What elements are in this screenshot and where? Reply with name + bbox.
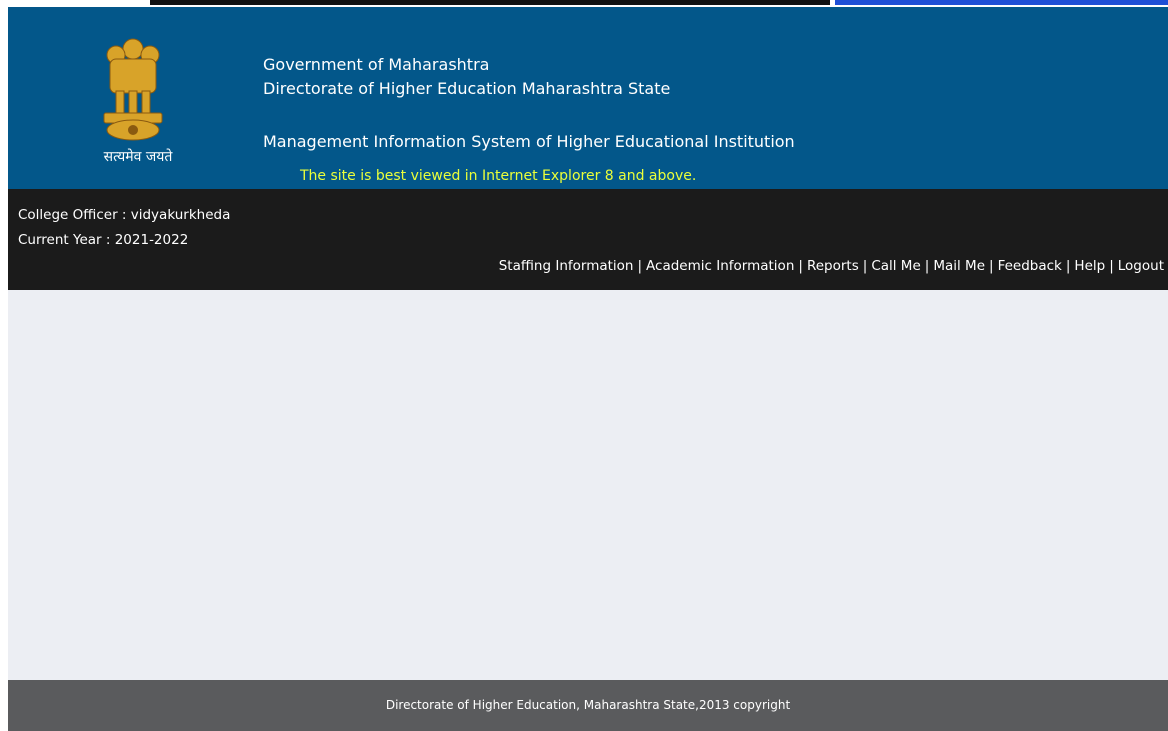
nav-separator: | xyxy=(637,258,643,274)
main-nav: Staffing Information | Academic Informatio… xyxy=(499,258,1164,274)
cropped-link[interactable] xyxy=(835,0,1168,5)
nav-academic-information[interactable]: Academic Information xyxy=(646,258,794,274)
system-title: Management Information System of Higher … xyxy=(263,132,795,151)
nav-help[interactable]: Help xyxy=(1074,258,1105,274)
user-info-bar: College Officer : vidyakurkheda Current … xyxy=(8,189,1168,290)
browser-note: The site is best viewed in Internet Expl… xyxy=(300,168,697,184)
main-content-area xyxy=(8,290,1168,680)
site-header: सत्यमेव जयते Government of Maharashtra D… xyxy=(8,7,1168,189)
page: सत्यमेव जयते Government of Maharashtra D… xyxy=(8,7,1168,731)
nav-staffing-information[interactable]: Staffing Information xyxy=(499,258,634,274)
nav-reports[interactable]: Reports xyxy=(807,258,859,274)
motto-text: सत्यमेव जयते xyxy=(103,149,173,165)
current-year-label: Current Year : 2021-2022 xyxy=(18,232,189,248)
nav-mail-me[interactable]: Mail Me xyxy=(933,258,985,274)
nav-separator: | xyxy=(862,258,868,274)
directorate-title: Directorate of Higher Education Maharash… xyxy=(263,79,671,98)
cropped-heading-text xyxy=(150,0,830,5)
footer-copyright: Directorate of Higher Education, Maharas… xyxy=(385,698,791,712)
national-emblem-icon xyxy=(103,38,163,141)
nav-call-me[interactable]: Call Me xyxy=(871,258,920,274)
top-cropped-strip xyxy=(0,0,1168,7)
site-footer: Directorate of Higher Education, Maharas… xyxy=(8,680,1168,731)
nav-separator: | xyxy=(1065,258,1071,274)
nav-separator: | xyxy=(924,258,930,274)
nav-separator: | xyxy=(1109,258,1114,274)
college-officer-label: College Officer : vidyakurkheda xyxy=(18,207,231,223)
nav-separator: | xyxy=(798,258,803,274)
nav-logout[interactable]: Logout xyxy=(1118,258,1164,274)
nav-feedback[interactable]: Feedback xyxy=(998,258,1062,274)
government-title: Government of Maharashtra xyxy=(263,55,490,74)
nav-separator: | xyxy=(989,258,994,274)
